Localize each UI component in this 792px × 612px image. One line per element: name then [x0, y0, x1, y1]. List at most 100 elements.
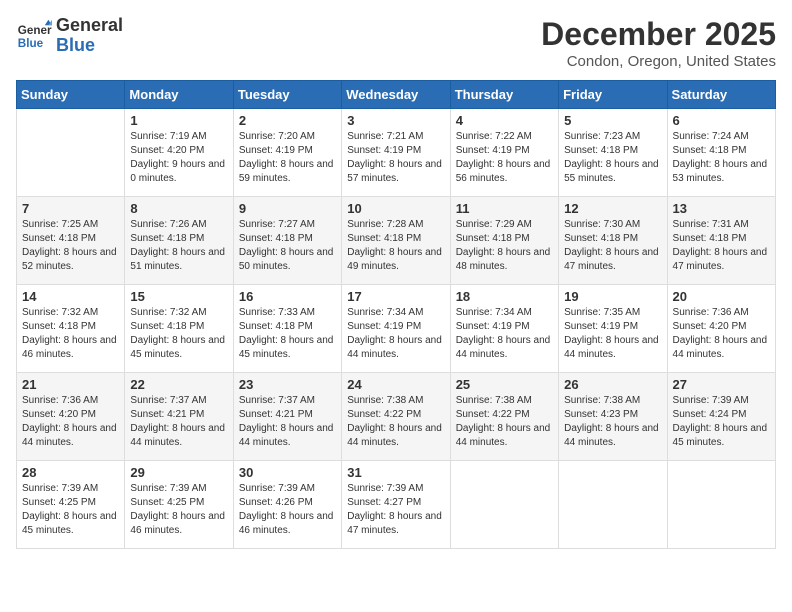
day-info: Sunrise: 7:34 AMSunset: 4:19 PMDaylight:…: [456, 306, 553, 362]
day-cell: 18 Sunrise: 7:34 AMSunset: 4:19 PMDayligh…: [450, 285, 558, 373]
day-cell: 6 Sunrise: 7:24 AMSunset: 4:18 PMDaylight…: [667, 109, 775, 197]
day-number: 28: [22, 465, 119, 480]
day-info: Sunrise: 7:36 AMSunset: 4:20 PMDaylight:…: [22, 394, 119, 450]
day-number: 21: [22, 377, 119, 392]
weekday-header-sunday: Sunday: [17, 81, 125, 109]
logo-blue-text: Blue: [56, 35, 95, 55]
day-cell: 29Sunrise: 7:39 AMSunset: 4:25 PMDayligh…: [125, 461, 233, 549]
day-number: 25: [456, 377, 553, 392]
day-info: Sunrise: 7:32 AMSunset: 4:18 PMDaylight:…: [130, 306, 227, 362]
day-number: 20: [673, 289, 770, 304]
day-cell: 22 Sunrise: 7:37 AMSunset: 4:21 PMDayligh…: [125, 373, 233, 461]
week-row-1: 1Sunrise: 7:19 AMSunset: 4:20 PMDaylight…: [17, 109, 776, 197]
day-cell: 24Sunrise: 7:38 AMSunset: 4:22 PMDayligh…: [342, 373, 450, 461]
day-number: 30: [239, 465, 336, 480]
day-number: 26: [564, 377, 661, 392]
week-row-3: 14 Sunrise: 7:32 AMSunset: 4:18 PMDayligh…: [17, 285, 776, 373]
location-text: Condon, Oregon, United States: [541, 53, 776, 70]
day-cell: 17Sunrise: 7:34 AMSunset: 4:19 PMDayligh…: [342, 285, 450, 373]
day-number: 7: [22, 201, 119, 216]
day-cell: 19Sunrise: 7:35 AMSunset: 4:19 PMDayligh…: [559, 285, 667, 373]
day-number: 19: [564, 289, 661, 304]
day-cell: 27 Sunrise: 7:39 AMSunset: 4:24 PMDayligh…: [667, 373, 775, 461]
logo: General Blue General Blue: [16, 16, 123, 56]
day-number: 3: [347, 113, 444, 128]
weekday-header-tuesday: Tuesday: [233, 81, 341, 109]
day-number: 5: [564, 113, 661, 128]
day-number: 15: [130, 289, 227, 304]
day-number: 1: [130, 113, 227, 128]
day-number: 31: [347, 465, 444, 480]
day-cell: 26 Sunrise: 7:38 AMSunset: 4:23 PMDayligh…: [559, 373, 667, 461]
day-info: Sunrise: 7:39 AMSunset: 4:25 PMDaylight:…: [22, 482, 119, 538]
day-cell: 7 Sunrise: 7:25 AMSunset: 4:18 PMDaylight…: [17, 197, 125, 285]
title-area: December 2025 Condon, Oregon, United Sta…: [541, 16, 776, 70]
day-cell: 23Sunrise: 7:37 AMSunset: 4:21 PMDayligh…: [233, 373, 341, 461]
day-info: Sunrise: 7:25 AMSunset: 4:18 PMDaylight:…: [22, 218, 119, 274]
svg-text:Blue: Blue: [18, 37, 44, 50]
day-info: Sunrise: 7:39 AMSunset: 4:24 PMDaylight:…: [673, 394, 770, 450]
day-number: 12: [564, 201, 661, 216]
weekday-header-friday: Friday: [559, 81, 667, 109]
day-info: Sunrise: 7:27 AMSunset: 4:18 PMDaylight:…: [239, 218, 336, 274]
day-number: 27: [673, 377, 770, 392]
day-info: Sunrise: 7:22 AMSunset: 4:19 PMDaylight:…: [456, 130, 553, 186]
day-number: 16: [239, 289, 336, 304]
day-info: Sunrise: 7:29 AMSunset: 4:18 PMDaylight:…: [456, 218, 553, 274]
day-number: 29: [130, 465, 227, 480]
weekday-header-row: SundayMondayTuesdayWednesdayThursdayFrid…: [17, 81, 776, 109]
day-cell: 13 Sunrise: 7:31 AMSunset: 4:18 PMDayligh…: [667, 197, 775, 285]
day-number: 18: [456, 289, 553, 304]
month-title: December 2025: [541, 16, 776, 53]
day-cell: 25 Sunrise: 7:38 AMSunset: 4:22 PMDayligh…: [450, 373, 558, 461]
day-cell: 10Sunrise: 7:28 AMSunset: 4:18 PMDayligh…: [342, 197, 450, 285]
day-cell: 20Sunrise: 7:36 AMSunset: 4:20 PMDayligh…: [667, 285, 775, 373]
day-info: Sunrise: 7:37 AMSunset: 4:21 PMDaylight:…: [130, 394, 227, 450]
weekday-header-saturday: Saturday: [667, 81, 775, 109]
day-cell: 28 Sunrise: 7:39 AMSunset: 4:25 PMDayligh…: [17, 461, 125, 549]
day-number: 11: [456, 201, 553, 216]
day-cell: [559, 461, 667, 549]
day-number: 4: [456, 113, 553, 128]
logo-icon: General Blue: [16, 18, 52, 54]
day-info: Sunrise: 7:39 AMSunset: 4:26 PMDaylight:…: [239, 482, 336, 538]
day-number: 23: [239, 377, 336, 392]
day-info: Sunrise: 7:30 AMSunset: 4:18 PMDaylight:…: [564, 218, 661, 274]
day-number: 9: [239, 201, 336, 216]
day-cell: 21 Sunrise: 7:36 AMSunset: 4:20 PMDayligh…: [17, 373, 125, 461]
day-cell: [667, 461, 775, 549]
day-cell: 2Sunrise: 7:20 AMSunset: 4:19 PMDaylight…: [233, 109, 341, 197]
day-number: 22: [130, 377, 227, 392]
day-cell: 8Sunrise: 7:26 AMSunset: 4:18 PMDaylight…: [125, 197, 233, 285]
calendar-table: SundayMondayTuesdayWednesdayThursdayFrid…: [16, 80, 776, 549]
day-info: Sunrise: 7:38 AMSunset: 4:23 PMDaylight:…: [564, 394, 661, 450]
day-cell: 1Sunrise: 7:19 AMSunset: 4:20 PMDaylight…: [125, 109, 233, 197]
week-row-2: 7 Sunrise: 7:25 AMSunset: 4:18 PMDaylight…: [17, 197, 776, 285]
day-number: 6: [673, 113, 770, 128]
day-info: Sunrise: 7:32 AMSunset: 4:18 PMDaylight:…: [22, 306, 119, 362]
weekday-header-thursday: Thursday: [450, 81, 558, 109]
day-cell: 16 Sunrise: 7:33 AMSunset: 4:18 PMDayligh…: [233, 285, 341, 373]
day-info: Sunrise: 7:21 AMSunset: 4:19 PMDaylight:…: [347, 130, 444, 186]
day-info: Sunrise: 7:33 AMSunset: 4:18 PMDaylight:…: [239, 306, 336, 362]
day-cell: 12 Sunrise: 7:30 AMSunset: 4:18 PMDayligh…: [559, 197, 667, 285]
day-info: Sunrise: 7:23 AMSunset: 4:18 PMDaylight:…: [564, 130, 661, 186]
day-number: 8: [130, 201, 227, 216]
logo-general-text: General: [56, 15, 123, 35]
day-cell: 5 Sunrise: 7:23 AMSunset: 4:18 PMDaylight…: [559, 109, 667, 197]
day-cell: 9 Sunrise: 7:27 AMSunset: 4:18 PMDaylight…: [233, 197, 341, 285]
day-info: Sunrise: 7:39 AMSunset: 4:27 PMDaylight:…: [347, 482, 444, 538]
day-number: 14: [22, 289, 119, 304]
day-cell: 31 Sunrise: 7:39 AMSunset: 4:27 PMDayligh…: [342, 461, 450, 549]
day-number: 24: [347, 377, 444, 392]
day-info: Sunrise: 7:24 AMSunset: 4:18 PMDaylight:…: [673, 130, 770, 186]
day-cell: 14 Sunrise: 7:32 AMSunset: 4:18 PMDayligh…: [17, 285, 125, 373]
day-number: 2: [239, 113, 336, 128]
day-info: Sunrise: 7:31 AMSunset: 4:18 PMDaylight:…: [673, 218, 770, 274]
week-row-4: 21 Sunrise: 7:36 AMSunset: 4:20 PMDayligh…: [17, 373, 776, 461]
weekday-header-wednesday: Wednesday: [342, 81, 450, 109]
day-cell: [450, 461, 558, 549]
day-number: 13: [673, 201, 770, 216]
day-number: 10: [347, 201, 444, 216]
day-info: Sunrise: 7:38 AMSunset: 4:22 PMDaylight:…: [456, 394, 553, 450]
